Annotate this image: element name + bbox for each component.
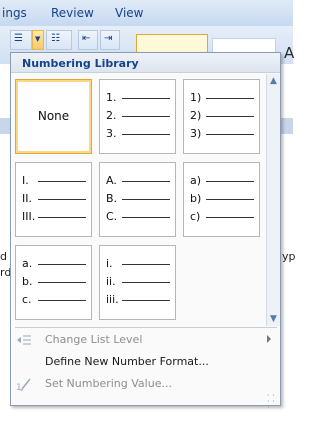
scroll-up-icon[interactable]: ▲	[267, 74, 280, 88]
numbering-dropdown-menu: Numbering Library None 1. 2. 3. 1) 2) 3)…	[10, 52, 281, 412]
tile-line: II.	[22, 192, 86, 206]
chevron-down-icon: ▼	[35, 35, 41, 43]
change-styles-glyph[interactable]: A	[284, 44, 294, 62]
tile-line: i.	[106, 257, 170, 271]
tile-line: III.	[22, 210, 86, 224]
numbering-dropdown-button[interactable]: ▼	[32, 30, 44, 50]
document-edge-right	[281, 64, 293, 404]
tile-line: B.	[106, 192, 170, 206]
change-list-level-label: Change List Level	[45, 333, 143, 346]
bullets-icon: ☰	[14, 33, 23, 44]
decrease-indent-icon: ⇤	[82, 33, 91, 44]
numbering-format-alpha-lower-period[interactable]: a. b. c.	[15, 245, 92, 320]
numbering-format-numeric-period[interactable]: 1. 2. 3.	[99, 79, 176, 154]
list-level-icon	[16, 332, 32, 348]
tile-line: C.	[106, 210, 170, 224]
numbering-format-alpha-lower-paren[interactable]: a) b) c)	[183, 162, 260, 237]
tile-line: A.	[106, 174, 170, 188]
tile-line: 2)	[190, 109, 254, 123]
numbering-library-gallery: None 1. 2. 3. 1) 2) 3) I. II. III. A. B.…	[11, 74, 266, 326]
tile-line: b)	[190, 192, 254, 206]
multilevel-list-button[interactable]: ☷	[46, 30, 72, 50]
tile-line: iii.	[106, 293, 170, 307]
none-label: None	[37, 109, 70, 123]
tile-line: I.	[22, 174, 86, 188]
numbering-format-roman-upper[interactable]: I. II. III.	[15, 162, 92, 237]
set-numbering-value-label: Set Numbering Value...	[45, 377, 172, 390]
set-value-icon: 1	[16, 376, 32, 393]
scroll-down-icon[interactable]: ▼	[267, 312, 280, 326]
document-edge-left	[0, 64, 10, 404]
submenu-arrow-icon	[267, 335, 271, 343]
define-new-number-format-label: Define New Number Format...	[45, 355, 209, 368]
left-ruler-strip	[0, 118, 10, 134]
numbering-format-none[interactable]: None	[15, 79, 92, 154]
numbering-format-roman-lower[interactable]: i. ii. iii.	[99, 245, 176, 320]
document-text-fragment: yp	[282, 250, 296, 263]
define-new-number-format-item[interactable]: Define New Number Format...	[11, 351, 280, 373]
tile-line: 3.	[106, 127, 170, 141]
tile-line: 1.	[106, 91, 170, 105]
menu-divider	[15, 327, 277, 328]
tab-view[interactable]: View	[115, 6, 143, 20]
tile-line: 1)	[190, 91, 254, 105]
tile-line: c.	[22, 293, 86, 307]
resize-grip-icon[interactable]: · · · · ·	[267, 392, 279, 412]
tile-line: c)	[190, 210, 254, 224]
tile-line: ii.	[106, 275, 170, 289]
tile-line: a)	[190, 174, 254, 188]
increase-indent-icon: ⇥	[104, 33, 113, 44]
numbering-format-numeric-paren[interactable]: 1) 2) 3)	[183, 79, 260, 154]
tile-line: a.	[22, 257, 86, 271]
ribbon-tab-bar: ings Review View	[0, 0, 293, 26]
tab-review[interactable]: Review	[51, 6, 94, 20]
document-text-fragment: d	[0, 250, 7, 263]
bullets-button[interactable]: ☰	[10, 30, 32, 50]
multilevel-list-icon: ☷	[51, 33, 60, 44]
increase-indent-button[interactable]: ⇥	[100, 30, 120, 50]
change-list-level-item[interactable]: Change List Level	[11, 329, 280, 351]
numbering-format-alpha-upper[interactable]: A. B. C.	[99, 162, 176, 237]
tile-line: 3)	[190, 127, 254, 141]
numbering-library-title: Numbering Library	[22, 57, 139, 70]
gallery-scrollbar[interactable]: ▲ ▼	[266, 74, 280, 326]
tile-line: b.	[22, 275, 86, 289]
numbering-library-header: Numbering Library	[11, 53, 280, 73]
set-numbering-value-item[interactable]: 1 Set Numbering Value...	[11, 373, 280, 395]
tab-mailings[interactable]: ings	[2, 6, 27, 20]
decrease-indent-button[interactable]: ⇤	[78, 30, 98, 50]
tile-line: 2.	[106, 109, 170, 123]
right-ruler-strip	[281, 118, 293, 134]
